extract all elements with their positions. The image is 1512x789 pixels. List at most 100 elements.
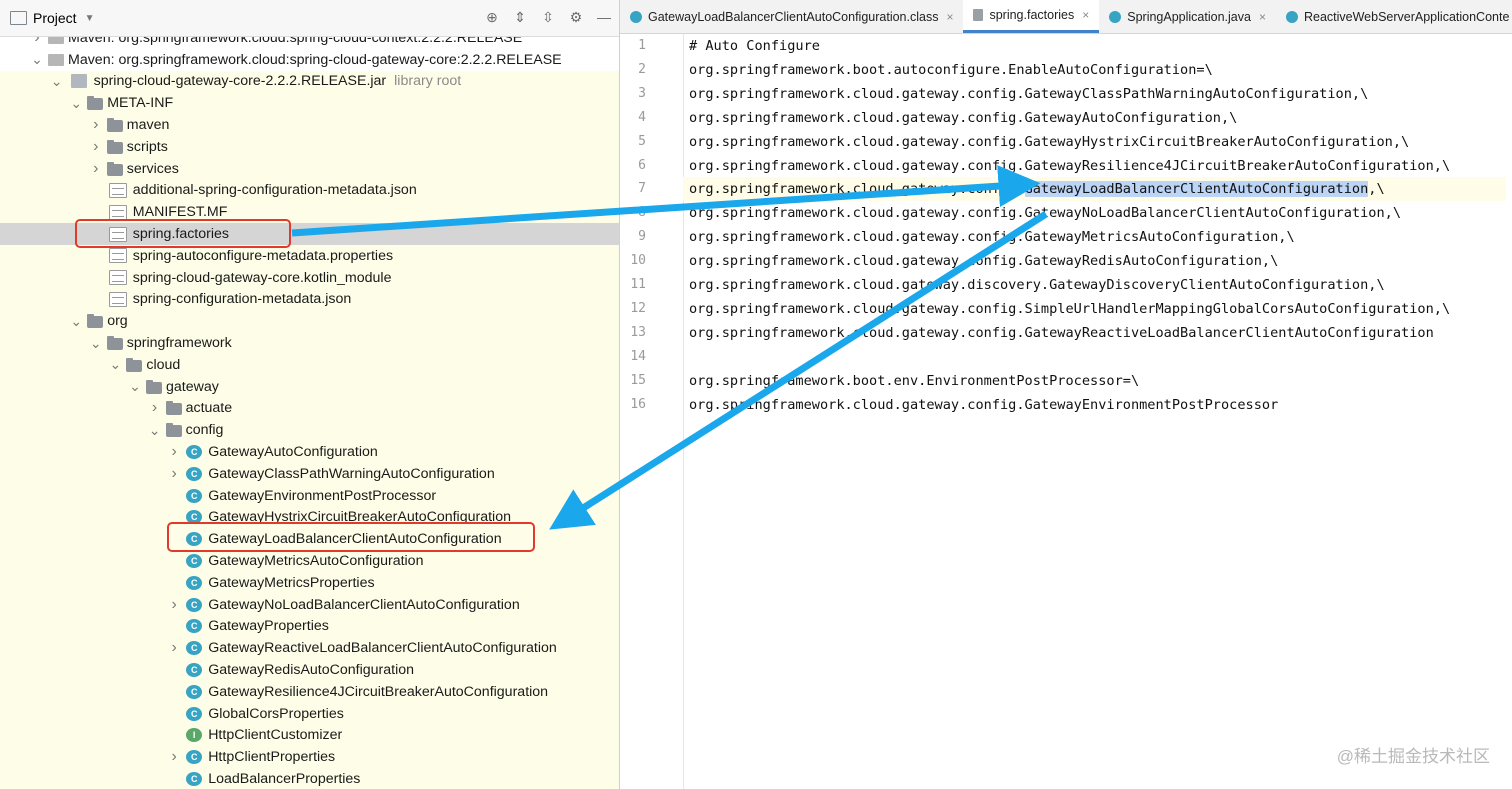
tree-item[interactable]: ⌄ gateway xyxy=(0,375,619,398)
class-icon xyxy=(1285,10,1298,23)
tree-item[interactable]: › C GatewayClassPathWarningAutoConfigurati… xyxy=(0,462,619,485)
line-number: 15 xyxy=(630,372,646,388)
code-line[interactable]: org.springframework.cloud.gateway.config… xyxy=(689,297,1450,321)
tree-item[interactable]: › maven xyxy=(0,114,619,136)
tree-item[interactable]: spring-autoconfigure-metadata.properties xyxy=(0,244,619,267)
project-panel-title[interactable]: Project xyxy=(33,10,77,26)
collapse-all-icon[interactable]: ⇳ xyxy=(539,8,557,26)
project-tree: › Maven: org.springframework.cloud:spring… xyxy=(0,27,619,789)
editor-tab[interactable]: GatewayLoadBalancerClientAutoConfigurati… xyxy=(620,0,963,33)
code-line[interactable]: org.springframework.cloud.gateway.config… xyxy=(689,177,1385,201)
chevron-down-icon[interactable]: ⌄ xyxy=(89,335,103,351)
editor-tab[interactable]: ReactiveWebServerApplicationConte xyxy=(1276,0,1512,33)
chevron-down-icon[interactable]: ▼ xyxy=(85,13,95,24)
tree-item[interactable]: › actuate xyxy=(0,397,619,420)
jar-icon xyxy=(70,74,87,89)
code-line[interactable]: org.springframework.cloud.gateway.discov… xyxy=(689,273,1385,297)
gear-icon[interactable]: ⚙ xyxy=(567,8,585,26)
chevron-down-icon[interactable]: ⌄ xyxy=(69,95,83,111)
expand-all-icon[interactable]: ⇕ xyxy=(511,8,529,26)
close-icon[interactable]: × xyxy=(946,10,953,24)
code-line[interactable]: org.springframework.cloud.gateway.config… xyxy=(689,130,1409,154)
code-line[interactable]: org.springframework.cloud.gateway.config… xyxy=(689,249,1278,273)
chevron-down-icon[interactable]: ⌄ xyxy=(108,356,122,372)
code-text: org.springframework.cloud.gateway.config… xyxy=(689,253,1279,270)
tree-item[interactable]: C GatewayRedisAutoConfiguration xyxy=(0,659,619,681)
line-number-gutter: 1 2 3 4 5 6 7 8 9 10 11 12 13 14 15 16 xyxy=(620,34,684,789)
code-line[interactable]: org.springframework.cloud.gateway.config… xyxy=(689,321,1434,345)
chevron-right-icon[interactable]: › xyxy=(167,596,181,613)
chevron-right-icon[interactable]: › xyxy=(89,138,103,155)
line-number: 4 xyxy=(638,109,646,125)
tree-item[interactable]: › scripts xyxy=(0,135,619,158)
chevron-right-icon[interactable]: › xyxy=(89,160,103,177)
tree-item-label: cloud xyxy=(146,356,181,373)
folder-icon xyxy=(106,139,123,154)
chevron-right-icon[interactable]: › xyxy=(167,639,181,656)
tree-item[interactable]: ⌄ springframework xyxy=(0,332,619,354)
code-line[interactable]: org.springframework.cloud.gateway.config… xyxy=(689,393,1278,417)
code-line[interactable]: org.springframework.boot.autoconfigure.E… xyxy=(689,58,1213,82)
locate-target-icon[interactable]: ⊕ xyxy=(483,8,501,26)
chevron-right-icon[interactable]: › xyxy=(167,443,181,460)
tree-item[interactable]: ⌄ Maven: org.springframework.cloud:spring… xyxy=(0,49,619,71)
class-icon: C xyxy=(186,706,203,721)
tree-item[interactable]: › C HttpClientProperties xyxy=(0,746,619,769)
tree-item[interactable]: › services xyxy=(0,157,619,180)
chevron-down-icon[interactable]: ⌄ xyxy=(128,378,142,394)
spring-factories-highlight-box xyxy=(75,219,291,248)
tree-item[interactable]: ⌄ config xyxy=(0,419,619,442)
chevron-down-icon[interactable]: ⌄ xyxy=(148,422,162,438)
line-number: 3 xyxy=(638,85,646,101)
close-icon[interactable]: × xyxy=(1082,8,1089,22)
tree-item[interactable]: spring-configuration-metadata.json xyxy=(0,288,619,311)
chevron-down-icon[interactable]: ⌄ xyxy=(50,73,64,89)
code-text: org.springframework.cloud.gateway.config… xyxy=(689,324,1434,341)
tree-item[interactable]: › C GatewayAutoConfiguration xyxy=(0,441,619,463)
tree-item[interactable]: ⌄ META-INF xyxy=(0,92,619,115)
code-line[interactable]: org.springframework.cloud.gateway.config… xyxy=(689,106,1237,130)
editor-tab[interactable]: SpringApplication.java × xyxy=(1099,0,1276,33)
tree-item[interactable]: spring-cloud-gateway-core.kotlin_module xyxy=(0,266,619,289)
close-icon[interactable]: × xyxy=(1259,10,1266,24)
tree-item[interactable]: additional-spring-configuration-metadata… xyxy=(0,179,619,202)
tree-item-label: spring-cloud-gateway-core.kotlin_module xyxy=(132,269,392,286)
code-line[interactable]: org.springframework.boot.env.Environment… xyxy=(689,369,1139,393)
tree-item[interactable]: C GatewayMetricsAutoConfiguration xyxy=(0,550,619,572)
minimize-icon[interactable]: — xyxy=(595,8,613,26)
class-icon: C xyxy=(186,750,203,765)
chevron-right-icon[interactable]: › xyxy=(148,399,162,416)
line-number: 16 xyxy=(630,396,646,412)
editor-area: GatewayLoadBalancerClientAutoConfigurati… xyxy=(620,0,1512,789)
code-line[interactable]: org.springframework.cloud.gateway.config… xyxy=(689,225,1295,249)
class-icon: C xyxy=(186,619,203,634)
chevron-down-icon[interactable]: ⌄ xyxy=(30,51,44,67)
class-icon xyxy=(630,10,642,23)
tree-item[interactable]: ⌄ org xyxy=(0,310,619,333)
folder-icon xyxy=(165,401,182,416)
tree-item[interactable]: C LoadBalancerProperties xyxy=(0,768,619,789)
code-line[interactable]: org.springframework.cloud.gateway.config… xyxy=(689,201,1401,225)
tree-item[interactable]: C GatewayMetricsProperties xyxy=(0,571,619,594)
tree-item[interactable]: C GlobalCorsProperties xyxy=(0,702,619,725)
tree-item[interactable]: › C GatewayReactiveLoadBalancerClientAutoC… xyxy=(0,637,619,660)
tree-item[interactable]: C GatewayResilience4JCircuitBreakerAutoCo… xyxy=(0,680,619,703)
chevron-right-icon[interactable]: › xyxy=(167,465,181,482)
chevron-right-icon[interactable]: › xyxy=(167,748,181,765)
tree-item[interactable]: ⌄ cloud xyxy=(0,353,619,376)
code-line[interactable]: # Auto Configure xyxy=(689,34,820,58)
editor-tab-active[interactable]: spring.factories × xyxy=(963,0,1100,33)
tree-item-label: HttpClientProperties xyxy=(208,749,336,766)
tree-item[interactable]: › C GatewayNoLoadBalancerClientAutoConfigu… xyxy=(0,593,619,616)
chevron-down-icon[interactable]: ⌄ xyxy=(69,313,83,329)
code-line[interactable]: org.springframework.cloud.gateway.config… xyxy=(689,82,1368,106)
code-line[interactable]: org.springframework.cloud.gateway.config… xyxy=(689,154,1450,178)
tree-item[interactable]: I HttpClientCustomizer xyxy=(0,724,619,747)
tree-item-label: HttpClientCustomizer xyxy=(208,727,343,744)
tree-item[interactable]: ⌄ spring-cloud-gateway-core-2.2.2.RELEASE… xyxy=(0,70,619,93)
chevron-right-icon[interactable]: › xyxy=(89,116,103,133)
project-panel-header: Project ▼ ⊕ ⇕ ⇳ ⚙ — xyxy=(0,0,619,37)
tree-item[interactable]: C GatewayEnvironmentPostProcessor xyxy=(0,484,619,507)
tree-item[interactable]: C GatewayProperties xyxy=(0,615,619,638)
